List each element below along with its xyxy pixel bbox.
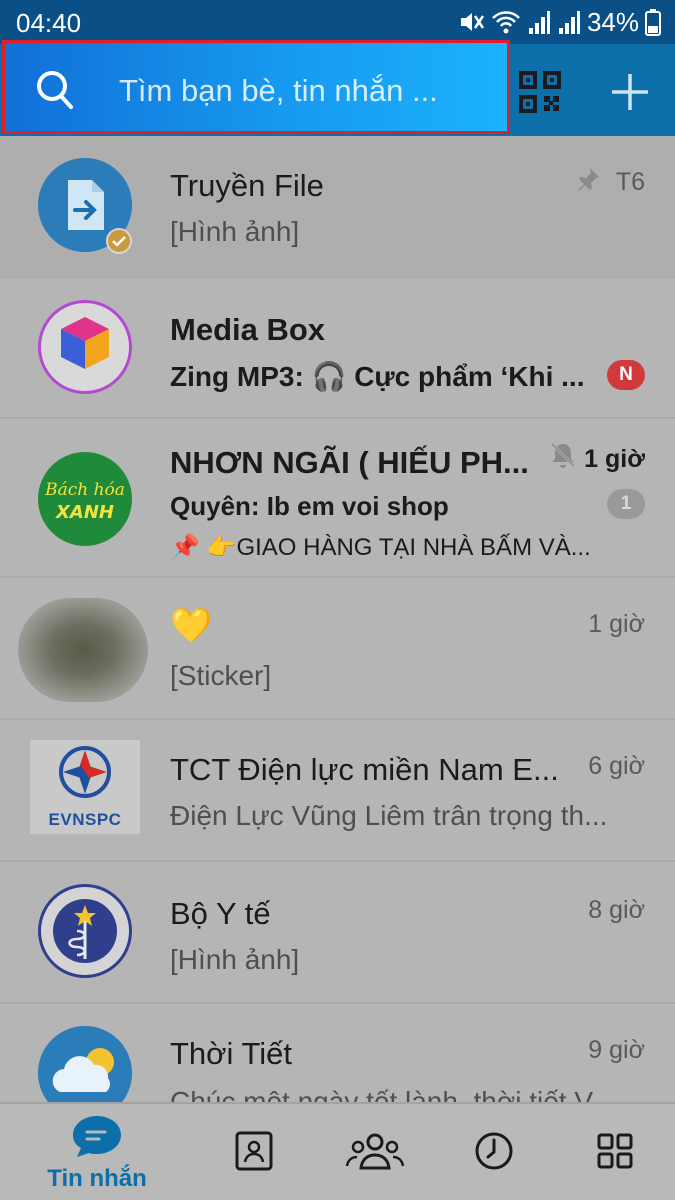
avatar-bo-y-te bbox=[38, 884, 132, 978]
tab-messages[interactable]: Tin nhắn bbox=[37, 1104, 157, 1200]
clock-icon bbox=[473, 1130, 515, 1177]
qr-code-icon bbox=[518, 70, 562, 119]
search-placeholder: Tìm bạn bè, tin nhắn ... bbox=[119, 73, 438, 108]
conversation-item-media-box[interactable]: Media Box Zing MP3: 🎧 Cực phẩm ‘Khi ... … bbox=[0, 278, 675, 419]
conversation-item-sticker[interactable]: 💛 [Sticker] 1 giờ bbox=[0, 578, 675, 720]
conversation-name: TCT Điện lực miền Nam E... bbox=[170, 752, 559, 787]
conversation-preview: Chúc một ngày tốt lành, thời tiết V... bbox=[170, 1086, 614, 1102]
search-icon bbox=[35, 69, 75, 116]
group-icon bbox=[345, 1130, 405, 1177]
conversation-preview: [Hình ảnh] bbox=[170, 944, 300, 975]
battery-icon bbox=[645, 8, 661, 36]
conversation-name: Thời Tiết bbox=[170, 1036, 292, 1071]
avatar-thoi-tiet bbox=[38, 1026, 132, 1102]
verified-check-icon bbox=[106, 228, 132, 254]
unread-badge: N bbox=[607, 360, 645, 390]
pin-icon bbox=[575, 166, 601, 197]
grid-apps-icon bbox=[596, 1132, 634, 1175]
tab-timeline[interactable] bbox=[434, 1104, 554, 1200]
avatar-bach-hoa-xanh: Bách hóa XANH bbox=[38, 452, 132, 546]
conversation-time: 1 giờ bbox=[588, 610, 645, 638]
chat-bubble-icon bbox=[71, 1114, 123, 1163]
avatar-evnspc: EVNSPC bbox=[30, 740, 140, 834]
conversation-name: NHƠN NGÃI ( HIẾU PH... bbox=[170, 445, 529, 480]
pin-icon: 📌 bbox=[170, 534, 200, 561]
conversation-preview: [Sticker] bbox=[170, 660, 272, 691]
conversation-time: 9 giờ bbox=[588, 1036, 645, 1064]
tab-messages-label: Tin nhắn bbox=[47, 1164, 147, 1192]
conversation-item-truyen-file[interactable]: Truyền File [Hình ảnh] T6 bbox=[0, 136, 675, 278]
search-input[interactable]: Tìm bạn bè, tin nhắn ... bbox=[2, 40, 510, 134]
conversation-name: Truyền File bbox=[170, 168, 324, 203]
mute-icon bbox=[457, 8, 485, 36]
conversation-time: 6 giờ bbox=[588, 752, 645, 780]
avatar-media-box bbox=[38, 300, 132, 394]
conversation-time: 1 giờ bbox=[584, 445, 645, 473]
battery-percent: 34% bbox=[586, 6, 639, 37]
conversation-item-thoi-tiet[interactable]: Thời Tiết Chúc một ngày tốt lành, thời t… bbox=[0, 1004, 675, 1102]
conversation-preview: Quyên: Ib em voi shop bbox=[170, 491, 449, 521]
qr-scan-button[interactable] bbox=[510, 68, 570, 120]
tab-more[interactable] bbox=[555, 1104, 675, 1200]
plus-icon bbox=[610, 72, 650, 117]
status-time: 04:40 bbox=[16, 8, 82, 38]
conversation-preview: Điện Lực Vũng Liêm trân trọng th... bbox=[170, 800, 608, 831]
unread-badge: 1 bbox=[607, 489, 645, 519]
contacts-icon bbox=[234, 1130, 274, 1177]
conversation-preview: [Hình ảnh] bbox=[170, 216, 300, 247]
conversation-name: Bộ Y tế bbox=[170, 896, 271, 931]
conversation-time: T6 bbox=[615, 168, 645, 196]
bottom-nav: Tin nhắn bbox=[0, 1102, 675, 1200]
conversation-item-nhon-ngai[interactable]: Bách hóa XANH NHƠN NGÃI ( HIẾU PH... Quy… bbox=[0, 419, 675, 578]
add-button[interactable] bbox=[600, 68, 660, 120]
conversation-preview: Zing MP3: 🎧 Cực phẩm ‘Khi ... bbox=[170, 361, 585, 392]
conversation-name: 💛 bbox=[170, 607, 213, 645]
signal-icon bbox=[527, 8, 551, 36]
conversation-item-bo-y-te[interactable]: Bộ Y tế [Hình ảnh] 8 giờ bbox=[0, 862, 675, 1004]
status-bar: 04:40 34% bbox=[0, 0, 675, 44]
wifi-icon bbox=[491, 8, 521, 36]
pinned-message-line: 📌 👉GIAO HÀNG TẠI NHÀ BẤM VÀ... bbox=[170, 534, 591, 561]
conversation-list[interactable]: Truyền File [Hình ảnh] T6 Media Box Zing… bbox=[0, 136, 675, 1102]
conversation-item-evnspc[interactable]: EVNSPC TCT Điện lực miền Nam E... Điện L… bbox=[0, 720, 675, 862]
avatar-blurred bbox=[18, 598, 148, 702]
tab-groups[interactable] bbox=[315, 1104, 435, 1200]
tab-contacts[interactable] bbox=[194, 1104, 314, 1200]
pointing-hand-icon: 👉 bbox=[206, 534, 237, 561]
conversation-time: 8 giờ bbox=[588, 896, 645, 924]
status-icons: 34% bbox=[457, 6, 661, 38]
signal-icon-2 bbox=[557, 8, 581, 36]
muted-bell-icon bbox=[549, 441, 577, 474]
conversation-name: Media Box bbox=[170, 312, 326, 347]
